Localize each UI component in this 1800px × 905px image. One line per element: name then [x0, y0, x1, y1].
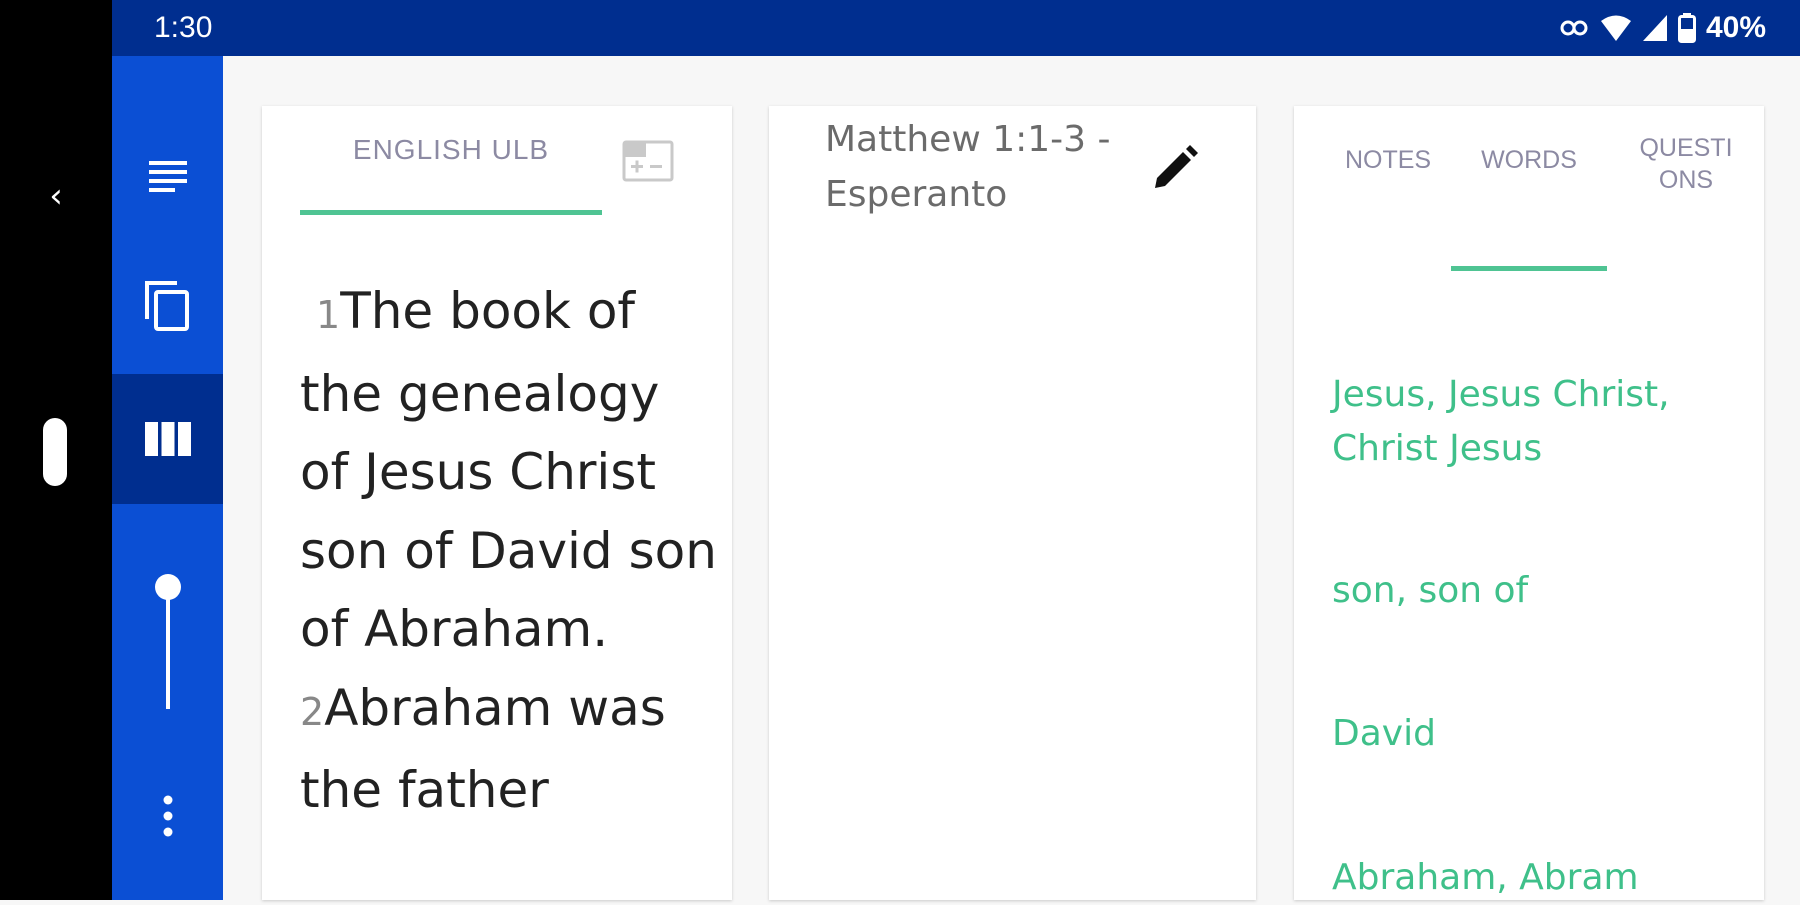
review-content: ENGLISH ULB 1The book of the genealogy o…: [223, 56, 1800, 900]
rail-item-chunk-mode[interactable]: [112, 241, 223, 371]
target-card: Matthew 1:1-3 - Esperanto: [769, 106, 1256, 900]
battery-icon: [1677, 13, 1696, 43]
add-source-button[interactable]: [622, 140, 674, 182]
mode-rail: [112, 56, 223, 900]
verse-number: 1: [316, 293, 341, 337]
tab-questions-label-line-2: ONS: [1658, 166, 1714, 194]
system-nav-bar: ‹: [0, 0, 112, 900]
signal-icon: [1642, 15, 1667, 41]
wifi-icon: [1600, 15, 1631, 41]
tab-notes[interactable]: NOTES: [1318, 146, 1458, 175]
clock: 1:30: [154, 11, 213, 44]
resources-card: NOTES WORDS QUESTI ONS Jesus, Jesus Chris…: [1294, 106, 1764, 900]
chevron-left-icon[interactable]: ‹: [38, 178, 74, 214]
list-lines-icon: [148, 161, 187, 192]
more-vertical-icon: [163, 795, 172, 837]
rail-item-read-mode[interactable]: [112, 111, 223, 241]
tab-questions-label-line-1: QUESTI: [1639, 134, 1733, 162]
home-pill-icon[interactable]: [43, 418, 67, 486]
slider-icon: [154, 574, 181, 709]
word-link[interactable]: Abraham, Abram: [1332, 851, 1732, 905]
status-icons: 40%: [1560, 8, 1766, 48]
battery-level: 40%: [1705, 11, 1766, 44]
status-bar: 1:30 40%: [112, 0, 1800, 56]
word-link[interactable]: David: [1332, 707, 1732, 761]
verse-text: The book of the genealogy of Jesus Chris…: [300, 282, 717, 658]
target-chunk-title: Matthew 1:1-3 - Esperanto: [825, 119, 1111, 215]
source-card: ENGLISH ULB 1The book of the genealogy o…: [262, 106, 732, 900]
rail-item-review-mode[interactable]: [112, 374, 223, 504]
copy-icon: [144, 281, 189, 331]
vpn-key-icon: [1560, 20, 1588, 36]
rail-item-more[interactable]: [112, 766, 223, 866]
word-link[interactable]: son, son of: [1332, 564, 1732, 618]
tab-questions[interactable]: QUESTI ONS: [1616, 132, 1756, 196]
tab-words[interactable]: WORDS: [1451, 146, 1607, 175]
verse-number: 2: [300, 689, 325, 734]
tab-indicator: [300, 210, 602, 215]
edit-button[interactable]: [1149, 144, 1199, 194]
pencil-icon: [1155, 145, 1198, 188]
word-link[interactable]: Jesus, Jesus Christ, Christ Jesus: [1332, 368, 1732, 476]
source-verse-text: 1The book of the genealogy of Jesus Chri…: [300, 272, 720, 830]
tab-indicator: [1451, 266, 1607, 271]
verse-text: Abraham was the father: [300, 678, 666, 820]
add-source-icon: [622, 140, 674, 182]
columns-icon: [144, 422, 191, 456]
tab-english-ulb[interactable]: ENGLISH ULB: [300, 134, 602, 166]
rail-item-text-size-slider[interactable]: [112, 551, 223, 731]
